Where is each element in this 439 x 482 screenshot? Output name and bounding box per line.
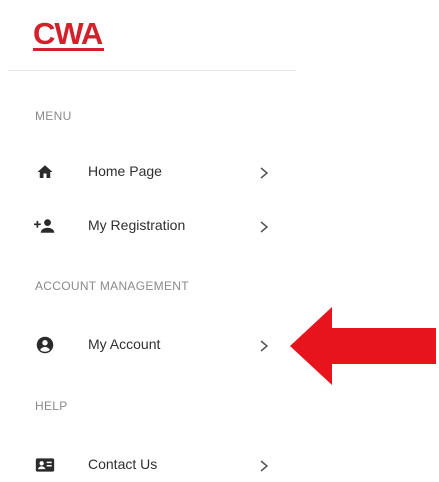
- add-person-icon: [34, 215, 56, 237]
- chevron-right-icon: [258, 339, 270, 353]
- sidebar-item-my-account[interactable]: My Account: [0, 328, 300, 362]
- sidebar-item-label: My Registration: [88, 217, 186, 233]
- sidebar-item-my-registration[interactable]: My Registration: [0, 209, 300, 243]
- chevron-right-icon: [258, 459, 270, 473]
- sidebar-item-label: Contact Us: [88, 456, 158, 472]
- sidebar-item-label: Home Page: [88, 163, 162, 179]
- section-heading-account-management: ACCOUNT MANAGEMENT: [35, 279, 189, 293]
- chevron-right-icon: [258, 166, 270, 180]
- account-circle-icon: [34, 334, 56, 356]
- logo-underline: [33, 48, 104, 51]
- header-divider: [8, 70, 296, 71]
- section-heading-help: HELP: [35, 399, 68, 413]
- section-heading-menu: MENU: [35, 109, 72, 123]
- contact-card-icon: [34, 454, 56, 476]
- cwa-logo[interactable]: CWA: [33, 18, 103, 49]
- sidebar-item-home-page[interactable]: Home Page: [0, 155, 300, 189]
- sidebar-item-label: My Account: [88, 336, 161, 352]
- home-icon: [34, 161, 56, 183]
- annotation-arrow-icon: [290, 307, 436, 385]
- chevron-right-icon: [258, 220, 270, 234]
- sidebar-item-contact-us[interactable]: Contact Us: [0, 448, 300, 482]
